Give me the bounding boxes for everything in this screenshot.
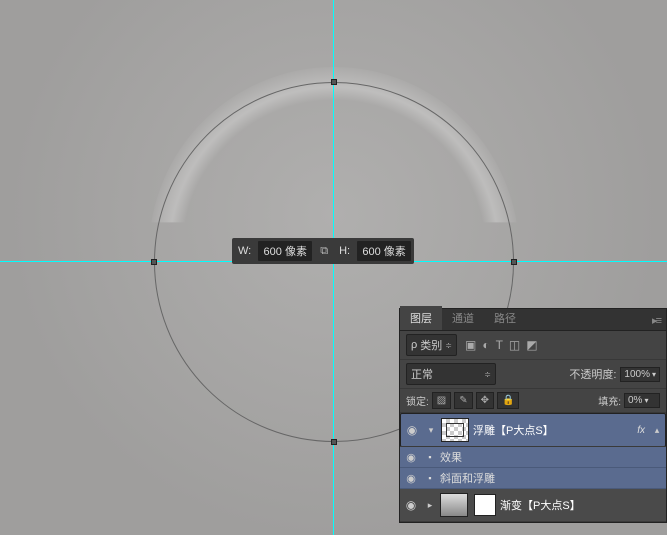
height-label: H: (336, 245, 353, 257)
layer-name[interactable]: 渐变【P大点S】 (500, 497, 664, 513)
height-value[interactable]: 600 像素 (357, 241, 411, 261)
layer-effects-header[interactable]: ◉ ▪ 效果 (400, 447, 666, 468)
bevel-label: 斜面和浮雕 (440, 470, 495, 486)
filter-row: ρ 类别 ≑ ▣ ◐ T ◫ ◩ (400, 331, 666, 360)
fill-input[interactable]: 0%▾ (624, 393, 660, 408)
anchor-right[interactable] (511, 259, 517, 265)
visibility-icon[interactable]: ◉ (402, 472, 420, 485)
layer-effect-bevel[interactable]: ◉ ▪ 斜面和浮雕 (400, 468, 666, 489)
effects-label: 效果 (440, 449, 462, 465)
layer-row-emboss[interactable]: ◉ ▾ 浮雕【P大点S】 fx ▴ (400, 413, 666, 447)
panel-menu-icon[interactable]: ▸≡ (646, 311, 666, 330)
lock-all-icon[interactable]: 🔒 (497, 392, 519, 409)
expand-icon[interactable]: ▸ (424, 500, 436, 511)
layer-name[interactable]: 浮雕【P大点S】 (473, 422, 633, 438)
filter-icons: ▣ ◐ T ◫ ◩ (465, 338, 538, 352)
anchor-top[interactable] (331, 79, 337, 85)
blend-row: 正常 ≑ 不透明度: 100%▾ (400, 360, 666, 389)
width-label: W: (235, 245, 254, 257)
adjustment-filter-icon[interactable]: ◐ (482, 338, 489, 352)
link-icon[interactable]: ⧉ (316, 245, 332, 258)
smart-filter-icon[interactable]: ◩ (526, 338, 537, 352)
type-filter-icon[interactable]: T (496, 338, 503, 352)
tab-paths[interactable]: 路径 (484, 306, 526, 330)
chevron-down-icon: ≑ (484, 370, 491, 379)
lock-transparency-icon[interactable]: ▨ (432, 392, 451, 409)
opacity-label: 不透明度: (569, 366, 616, 382)
chevron-down-icon: ≑ (445, 341, 452, 350)
fill-label: 填充: (598, 393, 621, 408)
tab-layers[interactable]: 图层 (400, 306, 442, 330)
transform-dimensions: W: 600 像素 ⧉ H: 600 像素 (232, 238, 414, 264)
image-filter-icon[interactable]: ▣ (465, 338, 476, 352)
layer-thumbnail[interactable] (440, 493, 468, 517)
anchor-left[interactable] (151, 259, 157, 265)
panel-tabs: 图层 通道 路径 ▸≡ (400, 309, 666, 331)
expand-icon[interactable]: ▾ (425, 425, 437, 436)
visibility-icon[interactable]: ◉ (402, 451, 420, 464)
visibility-icon[interactable]: ◉ (402, 498, 420, 512)
visibility-icon[interactable]: ◉ (403, 423, 421, 437)
opacity-input[interactable]: 100%▾ (620, 367, 660, 382)
anchor-bottom[interactable] (331, 439, 337, 445)
layers-panel[interactable]: 图层 通道 路径 ▸≡ ρ 类别 ≑ ▣ ◐ T ◫ ◩ 正常 ≑ 不透明度: … (399, 308, 667, 523)
layer-list: ◉ ▾ 浮雕【P大点S】 fx ▴ ◉ ▪ 效果 ◉ ▪ 斜面和浮雕 ◉ ▸ 渐… (400, 413, 666, 522)
layer-thumbnail[interactable] (441, 418, 469, 442)
fx-badge[interactable]: fx (637, 425, 647, 436)
lock-position-icon[interactable]: ✥ (476, 392, 494, 409)
layer-mask-thumbnail[interactable] (474, 494, 496, 516)
lock-label: 锁定: (406, 393, 429, 408)
lock-pixels-icon[interactable]: ✎ (454, 392, 472, 409)
tab-channels[interactable]: 通道 (442, 306, 484, 330)
lock-row: 锁定: ▨ ✎ ✥ 🔒 填充: 0%▾ (400, 389, 666, 413)
layer-row-gradient[interactable]: ◉ ▸ 渐变【P大点S】 (400, 489, 666, 522)
filter-kind-select[interactable]: ρ 类别 ≑ (406, 334, 457, 356)
shape-filter-icon[interactable]: ◫ (509, 338, 520, 352)
width-value[interactable]: 600 像素 (258, 241, 312, 261)
fx-expand-icon[interactable]: ▴ (651, 425, 663, 436)
blend-mode-select[interactable]: 正常 ≑ (406, 363, 496, 385)
